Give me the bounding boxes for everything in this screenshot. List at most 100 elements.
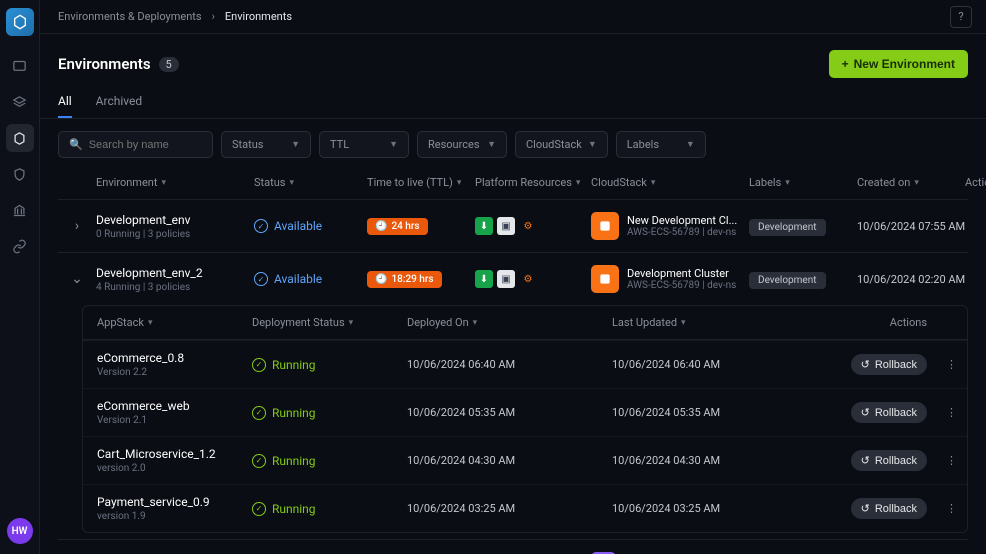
col-resources[interactable]: Platform Resources▾ — [475, 176, 583, 189]
resource-icon: ▣ — [497, 270, 515, 288]
sidebar: HW — [0, 0, 40, 554]
cloudstack-sub: AWS-ECS-56789 | dev-ns — [627, 280, 736, 291]
main-content: Environments & Deployments › Environment… — [40, 0, 986, 554]
labels-cell: Development — [749, 219, 849, 234]
rollback-button[interactable]: ↺Rollback — [851, 450, 927, 471]
tab-archived[interactable]: Archived — [96, 86, 142, 118]
status-label: Running — [272, 454, 316, 468]
new-environment-button[interactable]: + New Environment — [829, 50, 968, 78]
deploy-status: ✓ Running — [252, 358, 407, 372]
search-input-wrap[interactable]: 🔍 — [58, 131, 213, 158]
app-version: Version 2.1 — [97, 415, 252, 426]
appstack-row[interactable]: Payment_service_0.9 version 1.9 ✓ Runnin… — [83, 484, 967, 532]
check-icon: ✓ — [252, 406, 266, 420]
search-input[interactable] — [89, 139, 202, 151]
col-cloudstack[interactable]: CloudStack▾ — [591, 176, 741, 189]
nav-bank-icon[interactable] — [6, 196, 34, 224]
table-header: Environment▾ Status▾ Time to live (TTL)▾… — [58, 166, 968, 199]
resources-cell: ⬇ ▣ ⚙ — [475, 270, 583, 288]
ttl-cell: 🕘24 hrs — [367, 218, 467, 235]
nav-shield-icon[interactable] — [6, 160, 34, 188]
help-icon[interactable]: ? — [950, 6, 972, 28]
col-last-updated[interactable]: Last Updated ▾ — [612, 316, 807, 329]
app-row-actions[interactable]: ⋮ — [927, 406, 957, 419]
rollback-button[interactable]: ↺Rollback — [851, 498, 927, 519]
table-row[interactable]: ⌄ Development_env_2 4 Running | 3 polici… — [58, 252, 968, 305]
breadcrumb-parent[interactable]: Environments & Deployments — [58, 10, 202, 23]
status-label: Running — [272, 502, 316, 516]
created-on: 10/06/2024 02:20 AM — [857, 273, 957, 286]
app-name: eCommerce_web — [97, 399, 252, 413]
env-name: Development_env — [96, 213, 246, 227]
col-deployed-on[interactable]: Deployed On ▾ — [407, 316, 612, 329]
chevron-down-icon: ▼ — [487, 139, 496, 150]
filter-status[interactable]: Status▼ — [221, 131, 311, 158]
nav-environments-icon[interactable] — [6, 124, 34, 152]
app-version: Version 2.2 — [97, 367, 252, 378]
appstack-row[interactable]: eCommerce_web Version 2.1 ✓ Running 10/0… — [83, 388, 967, 436]
col-deploy-status[interactable]: Deployment Status ▾ — [252, 316, 407, 329]
rollback-icon: ↺ — [861, 358, 870, 371]
app-logo[interactable] — [6, 8, 34, 36]
cloudstack-name: Development Cluster — [627, 267, 736, 280]
col-ttl[interactable]: Time to live (TTL)▾ — [367, 176, 467, 189]
check-icon: ✓ — [252, 502, 266, 516]
chevron-down-icon: ▼ — [588, 139, 597, 150]
chevron-right-icon[interactable]: › — [66, 218, 88, 234]
nav-link-icon[interactable] — [6, 232, 34, 260]
chevron-down-icon: ▼ — [686, 139, 695, 150]
cloudstack-icon — [591, 265, 619, 293]
resource-icon: ⬇ — [475, 270, 493, 288]
app-row-actions[interactable]: ⋮ — [927, 454, 957, 467]
filter-cloudstack[interactable]: CloudStack▼ — [515, 131, 608, 158]
col-labels[interactable]: Labels▾ — [749, 176, 849, 189]
filter-ttl[interactable]: TTL▼ — [319, 131, 409, 158]
rollback-button[interactable]: ↺Rollback — [851, 354, 927, 375]
rollback-button[interactable]: ↺Rollback — [851, 402, 927, 423]
col-status[interactable]: Status▾ — [254, 176, 359, 189]
filter-labels[interactable]: Labels▼ — [616, 131, 706, 158]
status-cell: ✓ Available — [254, 272, 359, 286]
appstack-row[interactable]: Cart_Microservice_1.2 version 2.0 ✓ Runn… — [83, 436, 967, 484]
chevron-down-icon[interactable]: ⌄ — [66, 271, 88, 287]
ttl-pill: 🕘18:29 hrs — [367, 271, 442, 288]
app-row-actions[interactable]: ⋮ — [927, 502, 957, 515]
rollback-icon: ↺ — [861, 502, 870, 515]
deployed-on: 10/06/2024 05:35 AM — [407, 406, 612, 419]
clock-icon: 🕘 — [375, 274, 387, 285]
table-row[interactable]: › Staging_env 4 Running | 4 policies ✓ A… — [58, 539, 968, 554]
labels-cell: Development — [749, 272, 849, 287]
col-appstack[interactable]: AppStack ▾ — [97, 316, 252, 329]
cloudstack-sub: AWS-ECS-56789 | dev-ns — [627, 227, 737, 238]
appstack-row[interactable]: eCommerce_0.8 Version 2.2 ✓ Running 10/0… — [83, 340, 967, 388]
user-avatar[interactable]: HW — [7, 518, 33, 544]
nav-layers-icon[interactable] — [6, 88, 34, 116]
filter-status-label: Status — [232, 138, 263, 151]
row-actions-menu[interactable]: ⋮ — [965, 219, 986, 234]
app-name-cell: eCommerce_0.8 Version 2.2 — [97, 351, 252, 378]
env-subtext: 0 Running | 3 policies — [96, 229, 246, 240]
table-row[interactable]: › Development_env 0 Running | 3 policies… — [58, 199, 968, 252]
filter-resources[interactable]: Resources▼ — [417, 131, 507, 158]
app-version: version 1.9 — [97, 511, 252, 522]
col-created[interactable]: Created on▾ — [857, 176, 957, 189]
env-name-cell: Development_env 0 Running | 3 policies — [96, 213, 246, 240]
appstack-table: AppStack ▾ Deployment Status ▾ Deployed … — [82, 305, 968, 533]
col-environment[interactable]: Environment▾ — [96, 176, 246, 189]
ttl-pill: 🕘24 hrs — [367, 218, 428, 235]
chevron-down-icon: ▼ — [389, 139, 398, 150]
app-name: Payment_service_0.9 — [97, 495, 252, 509]
ttl-cell: 🕘18:29 hrs — [367, 271, 467, 288]
deploy-status: ✓ Running — [252, 454, 407, 468]
status-cell: ✓ Available — [254, 219, 359, 233]
tab-all[interactable]: All — [58, 86, 72, 118]
app-row-actions[interactable]: ⋮ — [927, 358, 957, 371]
new-environment-label: New Environment — [854, 57, 955, 71]
env-subtext: 4 Running | 3 policies — [96, 282, 246, 293]
plus-icon: + — [842, 57, 849, 71]
gear-icon: ⚙ — [519, 217, 537, 235]
row-actions-menu[interactable]: ⋮ — [965, 272, 986, 287]
cloudstack-icon — [591, 212, 619, 240]
col-actions: Actions — [965, 176, 986, 189]
nav-dashboard-icon[interactable] — [6, 52, 34, 80]
